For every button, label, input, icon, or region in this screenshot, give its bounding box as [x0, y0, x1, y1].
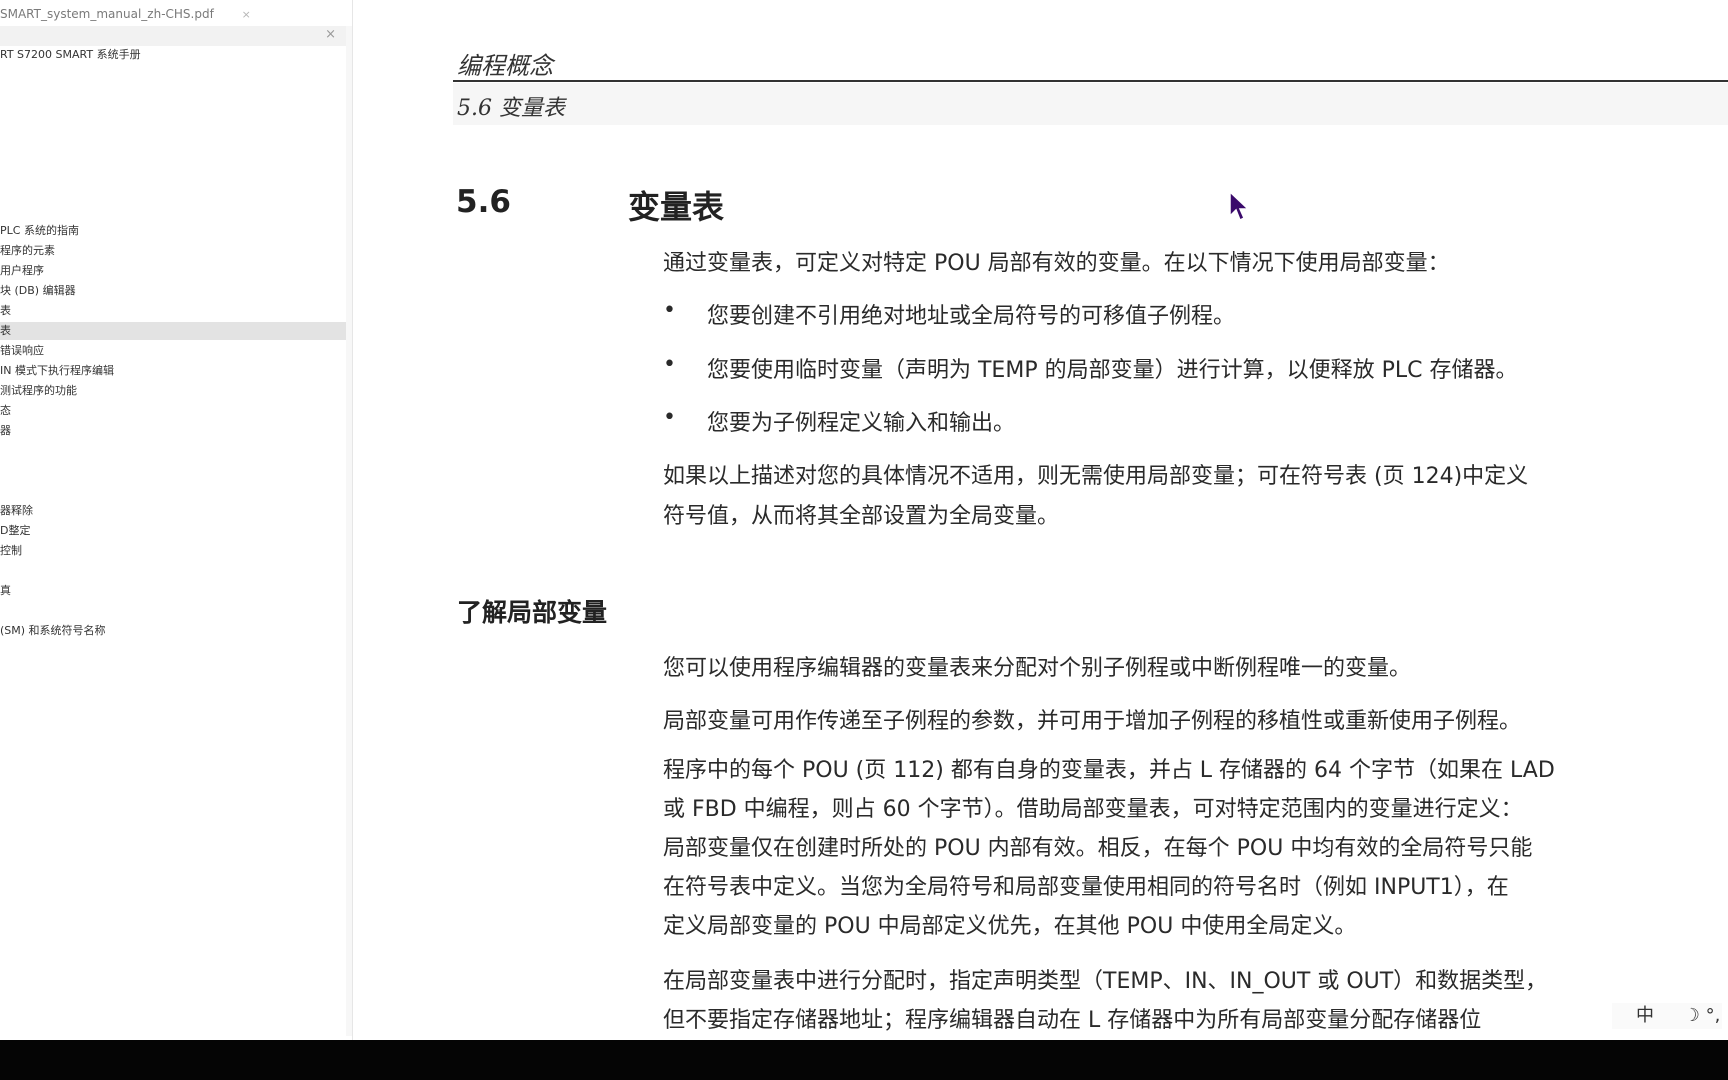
bookmark-item[interactable]: 用户程序: [0, 262, 44, 280]
bullet-marker: •: [663, 298, 676, 323]
bullet-item: 您要创建不引用绝对地址或全局符号的可移值子例程。: [707, 304, 1236, 329]
ime-language-label: 中: [1636, 1005, 1654, 1026]
document-page: 编程概念 5.6 变量表 5.6 变量表 通过变量表，可定义对特定 POU 局部…: [353, 0, 1728, 1040]
paragraph-multiline: 在局部变量表中进行分配时，指定声明类型（TEMP、IN、IN_OUT 或 OUT…: [663, 962, 1728, 1040]
paragraph-line: 局部变量仅在创建时所处的 POU 内部有效。相反，在每个 POU 中均有效的全局…: [663, 836, 1533, 861]
intro-paragraph: 通过变量表，可定义对特定 POU 局部有效的变量。在以下情况下使用局部变量：: [663, 251, 1450, 276]
tab-close-icon[interactable]: ×: [242, 8, 251, 21]
bookmark-item[interactable]: D整定: [0, 522, 30, 540]
paragraph-line: 在局部变量表中进行分配时，指定声明类型（TEMP、IN、IN_OUT 或 OUT…: [663, 969, 1548, 994]
subheading: 了解局部变量: [457, 598, 608, 627]
paragraph-line: 程序中的每个 POU (页 112) 都有自身的变量表，并占 L 存储器的 64…: [663, 758, 1555, 783]
ime-mode-icon: ☽ °,: [1683, 1005, 1721, 1026]
panel-close-icon[interactable]: ×: [325, 27, 336, 42]
bookmark-item[interactable]: 器: [0, 422, 11, 440]
paragraph: 局部变量可用作传递至子例程的参数，并可用于增加子例程的移植性或重新使用子例程。: [663, 709, 1522, 734]
bookmark-item[interactable]: 态: [0, 402, 11, 420]
header-rule: [453, 80, 1728, 82]
bookmark-item[interactable]: 控制: [0, 542, 22, 560]
note-line: 符号值，从而将其全部设置为全局变量。: [663, 504, 1060, 529]
bullet-item: 您要使用临时变量（声明为 TEMP 的局部变量）进行计算，以便释放 PLC 存储…: [707, 358, 1518, 383]
panel-header: ×: [0, 26, 346, 46]
bullet-item: 您要为子例程定义输入和输出。: [707, 411, 1016, 436]
paragraph: 您可以使用程序编辑器的变量表来分配对个别子例程或中断例程唯一的变量。: [663, 656, 1412, 681]
document-tab-title: SMART_system_manual_zh-CHS.pdf: [0, 7, 214, 21]
bookmark-item[interactable]: 表: [0, 302, 11, 320]
running-subheader: 5.6 变量表: [457, 96, 565, 121]
bookmark-item[interactable]: 错误响应: [0, 342, 44, 360]
note-line: 如果以上描述对您的具体情况不适用，则无需使用局部变量；可在符号表 (页 124)…: [663, 464, 1529, 489]
bookmark-item[interactable]: 程序的元素: [0, 242, 55, 260]
section-title: 变量表: [628, 188, 725, 226]
bookmark-item[interactable]: 器释除: [0, 502, 33, 520]
bookmark-item[interactable]: 块 (DB) 编辑器: [0, 282, 76, 300]
taskbar: [0, 1040, 1728, 1080]
bookmarks-panel: SMART_system_manual_zh-CHS.pdf × × RT S7…: [0, 0, 353, 1040]
bookmark-item[interactable]: 表: [0, 322, 346, 340]
bullet-marker: •: [663, 352, 676, 377]
paragraph-line: 定义局部变量的 POU 中局部定义优先，在其他 POU 中使用全局定义。: [663, 914, 1357, 939]
bullet-marker: •: [663, 405, 676, 430]
running-header: 编程概念: [457, 52, 553, 80]
paragraph-line: 但不要指定存储器地址；程序编辑器自动在 L 存储器中为所有局部变量分配存储器位: [663, 1008, 1482, 1033]
section-number: 5.6: [456, 184, 511, 220]
bookmark-root[interactable]: RT S7200 SMART 系统手册: [0, 46, 141, 64]
ime-indicator[interactable]: 中 ☽ °,: [1612, 1003, 1722, 1029]
document-tab[interactable]: SMART_system_manual_zh-CHS.pdf ×: [0, 4, 251, 24]
bookmark-item[interactable]: 测试程序的功能: [0, 382, 77, 400]
bookmark-item[interactable]: (SM) 和系统符号名称: [0, 622, 106, 640]
bookmark-item[interactable]: 真: [0, 582, 11, 600]
paragraph-line: 或 FBD 中编程，则占 60 个字节）。借助局部变量表，可对特定范围内的变量进…: [663, 797, 1523, 822]
panel-scrollbar[interactable]: [346, 26, 352, 1036]
bookmark-item[interactable]: PLC 系统的指南: [0, 222, 79, 240]
subheader-band: [453, 83, 1728, 125]
paragraph-line: 在符号表中定义。当您为全局符号和局部变量使用相同的符号名时（例如 INPUT1）…: [663, 875, 1509, 900]
paragraph-multiline: 程序中的每个 POU (页 112) 都有自身的变量表，并占 L 存储器的 64…: [663, 751, 1728, 946]
mouse-cursor-icon: [1229, 190, 1250, 222]
bookmark-item[interactable]: IN 模式下执行程序编辑: [0, 362, 114, 380]
